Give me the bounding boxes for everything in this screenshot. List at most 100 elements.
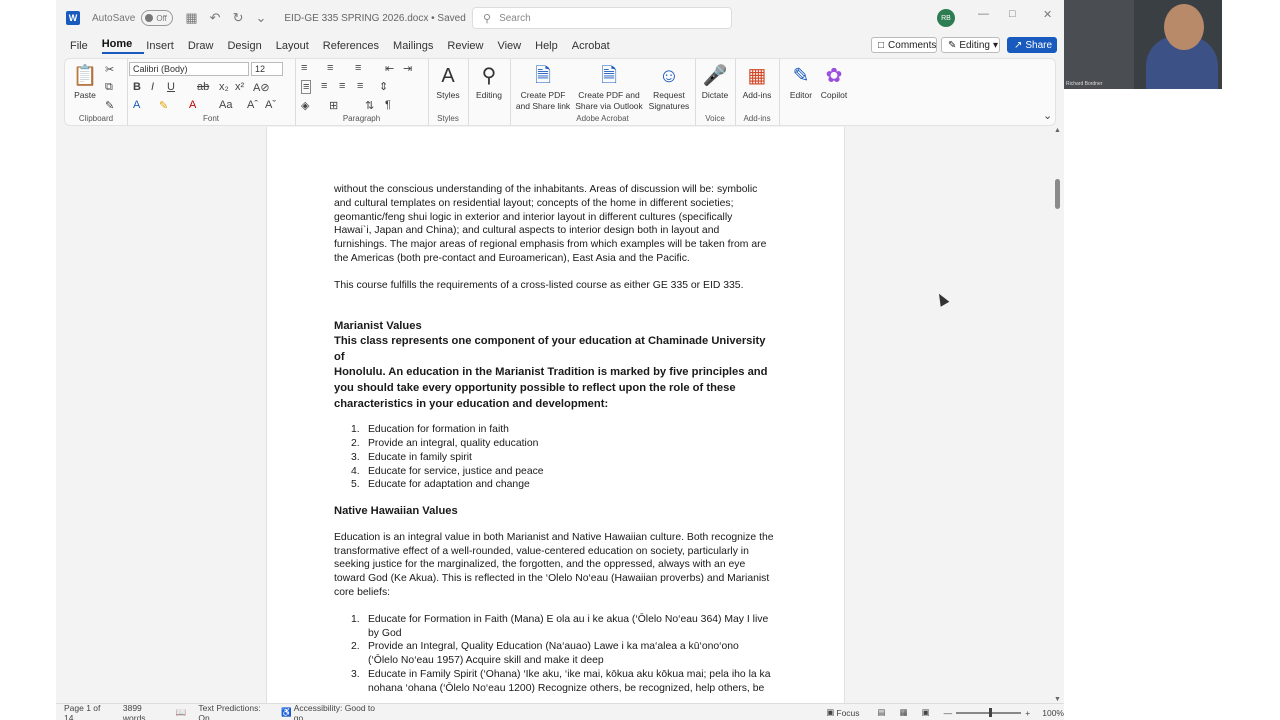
tab-references[interactable]: References bbox=[323, 40, 391, 52]
copy-icon[interactable]: ⧉ bbox=[105, 81, 113, 94]
highlight-icon[interactable]: ✎ bbox=[159, 99, 168, 112]
cut-icon[interactable]: ✂ bbox=[105, 63, 114, 76]
font-name-select[interactable]: Calibri (Body) bbox=[129, 62, 249, 76]
word-count[interactable]: 3899 words bbox=[123, 703, 164, 720]
close-icon[interactable]: ✕ bbox=[1043, 8, 1052, 21]
multilevel-list-icon[interactable]: ≡ bbox=[355, 62, 361, 74]
scroll-down-icon[interactable]: ▼ bbox=[1054, 696, 1061, 703]
styles-group-label: Styles bbox=[437, 114, 459, 123]
search-input[interactable]: ⚲ Search bbox=[472, 7, 732, 29]
align-center-icon[interactable]: ≡ bbox=[321, 80, 327, 92]
align-right-icon[interactable]: ≡ bbox=[339, 80, 345, 92]
shading-icon[interactable]: ◈ bbox=[301, 99, 309, 112]
font-color-icon[interactable]: A bbox=[189, 99, 196, 111]
editing-mode-button[interactable]: ✎ Editing ▾ bbox=[941, 37, 1000, 53]
addins-button[interactable]: ▦ Add-ins bbox=[739, 62, 775, 101]
acrobat-group-label: Adobe Acrobat bbox=[576, 114, 629, 123]
maximize-icon[interactable]: □ bbox=[1009, 8, 1016, 20]
subscript-icon[interactable]: x₂ bbox=[219, 81, 229, 93]
tab-layout[interactable]: Layout bbox=[276, 40, 321, 52]
list-item-line2: by God bbox=[368, 627, 402, 639]
align-left-icon[interactable]: ≡ bbox=[301, 80, 312, 94]
vertical-scrollbar[interactable]: ▲ ▼ bbox=[1052, 127, 1064, 703]
video-thumbnail[interactable]: Richard Bordner bbox=[1064, 0, 1222, 89]
zoom-slider-handle[interactable] bbox=[989, 707, 993, 717]
change-case-icon[interactable]: Aa bbox=[219, 99, 232, 111]
zoom-in-icon[interactable]: + bbox=[1025, 708, 1030, 718]
user-avatar[interactable]: RB bbox=[937, 9, 955, 27]
create-pdf-share-line1: Create PDF bbox=[520, 90, 566, 100]
paste-button[interactable]: 📋 Paste bbox=[71, 62, 99, 101]
minimize-icon[interactable]: — bbox=[978, 8, 989, 20]
find-icon: ⚲ bbox=[481, 65, 497, 87]
bold-icon[interactable]: B bbox=[133, 81, 141, 93]
tab-help[interactable]: Help bbox=[535, 40, 570, 52]
comments-button[interactable]: □ Comments bbox=[871, 37, 937, 53]
create-pdf-outlook-button[interactable]: 🗎 Create PDF and Share via Outlook bbox=[574, 62, 644, 112]
read-mode-icon[interactable]: ▤ bbox=[878, 707, 886, 718]
accessibility-status[interactable]: Accessibility: Good to go bbox=[294, 703, 381, 720]
list-item-text: Educate for adaptation and change bbox=[368, 479, 530, 491]
editor-button[interactable]: ✎ Editor bbox=[785, 62, 817, 101]
document-page[interactable]: without the conscious understanding of t… bbox=[266, 127, 845, 707]
undo-icon[interactable]: ↶ bbox=[210, 10, 221, 26]
web-layout-icon[interactable]: ▣ bbox=[922, 707, 930, 718]
zoom-slider[interactable] bbox=[956, 707, 1022, 717]
autosave-toggle[interactable]: Off bbox=[141, 10, 174, 26]
styles-button[interactable]: A Styles bbox=[432, 62, 464, 101]
page-count[interactable]: Page 1 of 14 bbox=[64, 703, 109, 720]
tab-home[interactable]: Home bbox=[101, 38, 145, 54]
scrollbar-thumb[interactable] bbox=[1055, 179, 1060, 209]
zoom-level[interactable]: 100% bbox=[1042, 708, 1064, 718]
print-layout-icon[interactable]: ▦ bbox=[900, 707, 908, 718]
format-painter-icon[interactable]: ✎ bbox=[105, 99, 114, 112]
word-logo-icon: W bbox=[66, 11, 80, 25]
grow-font-icon[interactable]: Aˆ bbox=[247, 99, 258, 111]
tab-mailings[interactable]: Mailings bbox=[393, 40, 445, 52]
tab-acrobat[interactable]: Acrobat bbox=[572, 40, 622, 52]
sort-icon[interactable]: ⇅ bbox=[365, 99, 374, 112]
superscript-icon[interactable]: x² bbox=[235, 81, 244, 93]
show-marks-icon[interactable]: ¶ bbox=[385, 99, 391, 111]
document-title[interactable]: EID-GE 335 SPRING 2026.docx • Saved bbox=[284, 13, 465, 24]
zoom-out-icon[interactable]: — bbox=[944, 708, 953, 718]
request-signatures-button[interactable]: ☺ Request Signatures bbox=[646, 62, 692, 112]
copilot-button[interactable]: ✿ Copilot bbox=[817, 62, 851, 101]
decrease-indent-icon[interactable]: ⇤ bbox=[385, 62, 394, 75]
editing-button[interactable]: ⚲ Editing bbox=[472, 62, 506, 101]
scroll-up-icon[interactable]: ▲ bbox=[1054, 127, 1061, 134]
tab-design[interactable]: Design bbox=[227, 40, 273, 52]
tab-view[interactable]: View bbox=[497, 40, 533, 52]
line-spacing-icon[interactable]: ⇕ bbox=[379, 80, 388, 93]
borders-icon[interactable]: ⊞ bbox=[329, 99, 338, 112]
clear-formatting-icon[interactable]: A⊘ bbox=[253, 81, 270, 94]
increase-indent-icon[interactable]: ⇥ bbox=[403, 62, 412, 75]
focus-mode[interactable]: Focus bbox=[836, 708, 859, 718]
dictate-button[interactable]: 🎤 Dictate bbox=[698, 62, 732, 101]
share-button[interactable]: ↗ Share bbox=[1007, 37, 1057, 53]
shrink-font-icon[interactable]: Aˇ bbox=[265, 99, 276, 111]
strikethrough-icon[interactable]: ab bbox=[197, 81, 209, 93]
underline-icon[interactable]: U bbox=[167, 81, 175, 93]
justify-icon[interactable]: ≡ bbox=[357, 80, 363, 92]
save-icon[interactable]: ▦ bbox=[185, 10, 197, 26]
customize-toolbar-icon[interactable]: ⌄ bbox=[255, 10, 266, 26]
tab-file[interactable]: File bbox=[70, 40, 100, 52]
italic-icon[interactable]: I bbox=[151, 81, 154, 93]
create-pdf-share-link-button[interactable]: 🗎 Create PDF and Share link bbox=[514, 62, 572, 112]
proofing-icon[interactable]: 📖 bbox=[176, 707, 187, 718]
editor-icon: ✎ bbox=[792, 65, 810, 87]
font-size-select[interactable]: 12 bbox=[251, 62, 283, 76]
bullets-icon[interactable]: ≡ bbox=[301, 62, 307, 74]
numbering-icon[interactable]: ≡ bbox=[327, 62, 333, 74]
tab-review[interactable]: Review bbox=[447, 40, 495, 52]
tab-insert[interactable]: Insert bbox=[146, 40, 186, 52]
collapse-ribbon-icon[interactable]: ⌄ bbox=[1043, 109, 1052, 122]
text-effects-icon[interactable]: A bbox=[133, 99, 140, 111]
tab-draw[interactable]: Draw bbox=[188, 40, 226, 52]
redo-icon[interactable]: ↻ bbox=[233, 10, 244, 26]
text-predictions[interactable]: Text Predictions: On bbox=[198, 703, 269, 720]
